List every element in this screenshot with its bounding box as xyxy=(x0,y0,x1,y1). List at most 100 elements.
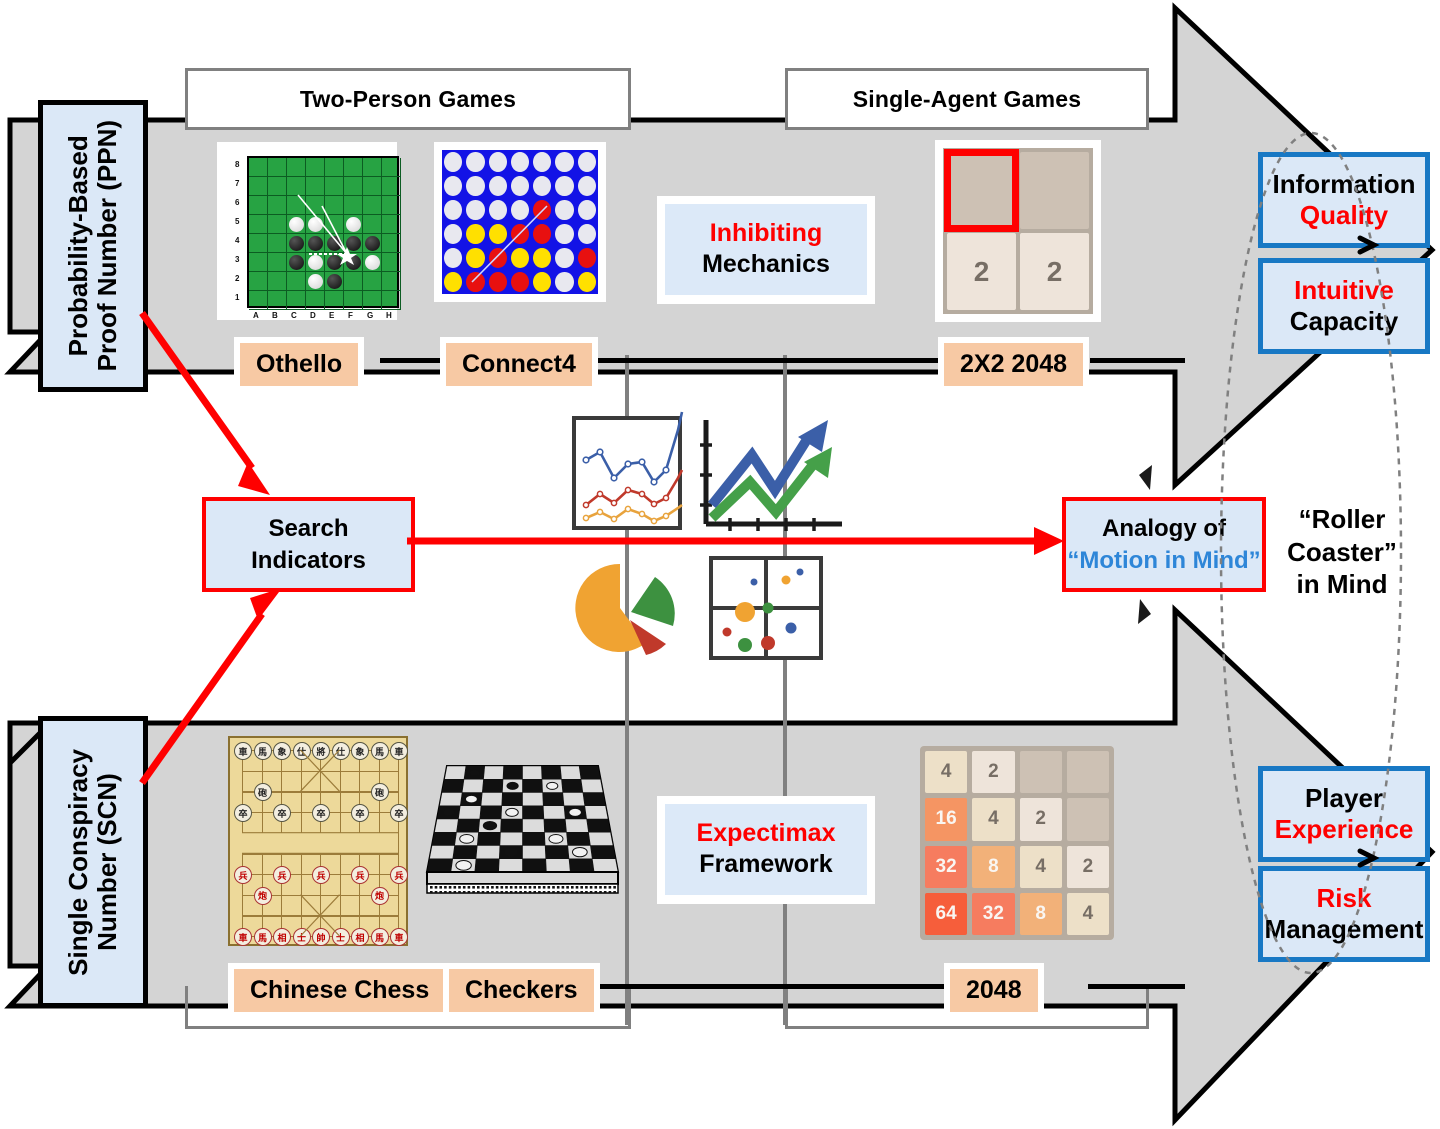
connect4-board-panel xyxy=(434,142,606,302)
checkers-base-dot xyxy=(571,891,574,894)
othello-cell xyxy=(268,291,287,310)
checkers-white-piece xyxy=(459,833,475,844)
othello-black-disc xyxy=(346,236,361,251)
othello-board: 8 7 6 5 4 3 2 1 A B C D E F G H xyxy=(225,150,401,320)
search-indicators-box[interactable]: Search Indicators xyxy=(202,497,415,592)
inhibiting-mechanics-box: Inhibiting Mechanics xyxy=(657,196,875,304)
inhibiting-mechanics-line2: Mechanics xyxy=(702,250,830,279)
othello-white-disc xyxy=(308,274,323,289)
outcome-box-player-experience[interactable]: Player Experience xyxy=(1258,766,1430,862)
checkers-base-dot xyxy=(519,886,522,889)
checkers-dark-square xyxy=(569,858,595,872)
board-2048-panel: 4 2 16 4 2 32 8 4 2 64 32 8 4 xyxy=(920,746,1116,942)
chinese-chess-black-piece: 馬 xyxy=(253,742,272,760)
checkers-base-dot xyxy=(486,891,489,894)
othello-cell xyxy=(249,291,268,310)
chip-checkers[interactable]: Checkers xyxy=(449,969,594,1012)
roller-coaster-line3: in Mind xyxy=(1296,569,1388,599)
chinese-chess-red-piece: 士 xyxy=(292,928,311,946)
chinese-chess-black-piece: 卒 xyxy=(390,804,408,822)
expectimax-line2: Framework xyxy=(699,850,833,879)
checkers-board-panel xyxy=(425,760,620,920)
othello-cell xyxy=(287,272,306,291)
checkers-black-piece xyxy=(441,807,456,817)
othello-cell xyxy=(249,234,268,253)
othello-row-label: 8 xyxy=(235,160,240,169)
checkers-base-dot xyxy=(462,886,466,889)
checkers-light-square xyxy=(483,765,504,780)
checkers-base-dot xyxy=(538,891,541,894)
checkers-base-dot xyxy=(481,891,485,894)
chinese-chess-red-piece: 馬 xyxy=(253,928,272,946)
connect4-board xyxy=(442,150,598,294)
checkers-base-dot xyxy=(467,891,471,894)
category-header-two-person-games: Two-Person Games xyxy=(185,68,631,130)
checkers-base-dot xyxy=(580,886,583,889)
othello-col-label: C xyxy=(291,311,297,320)
checkers-base-dot xyxy=(500,886,504,889)
chinese-chess-gridline xyxy=(242,853,398,855)
checkers-base-dot xyxy=(613,886,616,889)
divider-line-3 xyxy=(625,690,629,1025)
checkers-light-square xyxy=(444,765,467,780)
checkers-base-dot xyxy=(613,891,616,894)
chip-connector-top-3 xyxy=(1090,358,1185,363)
expectimax-line1: Expectimax xyxy=(696,819,836,847)
chinese-chess-black-piece: 馬 xyxy=(370,742,389,760)
outcome-box-risk-management[interactable]: Risk Management xyxy=(1258,866,1430,962)
checkers-base-dot xyxy=(575,891,579,894)
board-2x2-tile xyxy=(1020,152,1089,229)
board-2048-tile: 64 xyxy=(925,892,968,935)
checkers-base-dot xyxy=(608,886,612,889)
checkers-light-square xyxy=(545,858,571,873)
left-label-scn: Single Conspiracy Number (SCN) xyxy=(38,716,148,1008)
divider-line-2 xyxy=(783,355,787,690)
outcome-box-intuitive-capacity[interactable]: Intuitive Capacity xyxy=(1258,258,1430,354)
checkers-dark-square xyxy=(503,766,523,780)
othello-cell xyxy=(325,177,344,196)
board-2048-tile: 2 xyxy=(972,751,1015,794)
othello-white-disc xyxy=(346,217,361,232)
othello-cell xyxy=(325,215,344,234)
checkers-base-dot xyxy=(481,886,485,889)
checkers-light-square xyxy=(522,845,547,860)
category-header-label: Two-Person Games xyxy=(299,85,517,112)
chip-wrap-2x2-2048: 2X2 2048 xyxy=(938,337,1090,392)
checkers-base-dot xyxy=(599,886,602,889)
roller-coaster-line2: Coaster” xyxy=(1287,536,1397,567)
othello-col-label: G xyxy=(367,311,374,320)
checkers-base-dot xyxy=(585,886,588,889)
checkers-base-dot xyxy=(462,891,466,894)
chip-2x2-2048[interactable]: 2X2 2048 xyxy=(944,343,1084,386)
checkers-base-dot xyxy=(533,886,536,889)
othello-col-label: D xyxy=(310,311,316,320)
chip-2048[interactable]: 2048 xyxy=(950,969,1038,1012)
outcome-line2: Management xyxy=(1264,914,1424,944)
checkers-dark-square xyxy=(474,858,500,872)
checkers-base-dot xyxy=(509,886,513,889)
othello-cell xyxy=(382,215,401,234)
board-2048-tile xyxy=(1019,751,1062,794)
chip-chinese-chess[interactable]: Chinese Chess xyxy=(234,969,446,1012)
othello-black-disc xyxy=(346,255,361,270)
chip-othello[interactable]: Othello xyxy=(240,343,359,386)
outcome-line1: Intuitive xyxy=(1294,274,1394,305)
checkers-base-dot xyxy=(509,891,513,894)
chip-wrap-checkers: Checkers xyxy=(443,963,600,1018)
analogy-motion-in-mind-box[interactable]: Analogy of “Motion in Mind” xyxy=(1062,497,1266,592)
chip-connect4[interactable]: Connect4 xyxy=(446,343,592,386)
checkers-dark-square xyxy=(582,792,606,806)
checkers-dark-square xyxy=(501,792,523,806)
othello-col-label: A xyxy=(253,311,259,320)
checkers-white-piece xyxy=(455,860,472,871)
othello-cell xyxy=(306,158,325,177)
checkers-base-dot xyxy=(453,891,457,894)
outcome-box-information-quality[interactable]: Information Quality xyxy=(1258,152,1430,248)
othello-cell xyxy=(306,291,325,310)
roller-coaster-label: “Roller Coaster” in Mind xyxy=(1272,503,1412,601)
checkers-base-dot xyxy=(430,886,433,889)
checkers-dark-square xyxy=(442,779,464,793)
checkers-base-dot xyxy=(580,891,583,894)
othello-row-label: 1 xyxy=(235,293,240,302)
checkers-dark-square xyxy=(522,805,544,819)
